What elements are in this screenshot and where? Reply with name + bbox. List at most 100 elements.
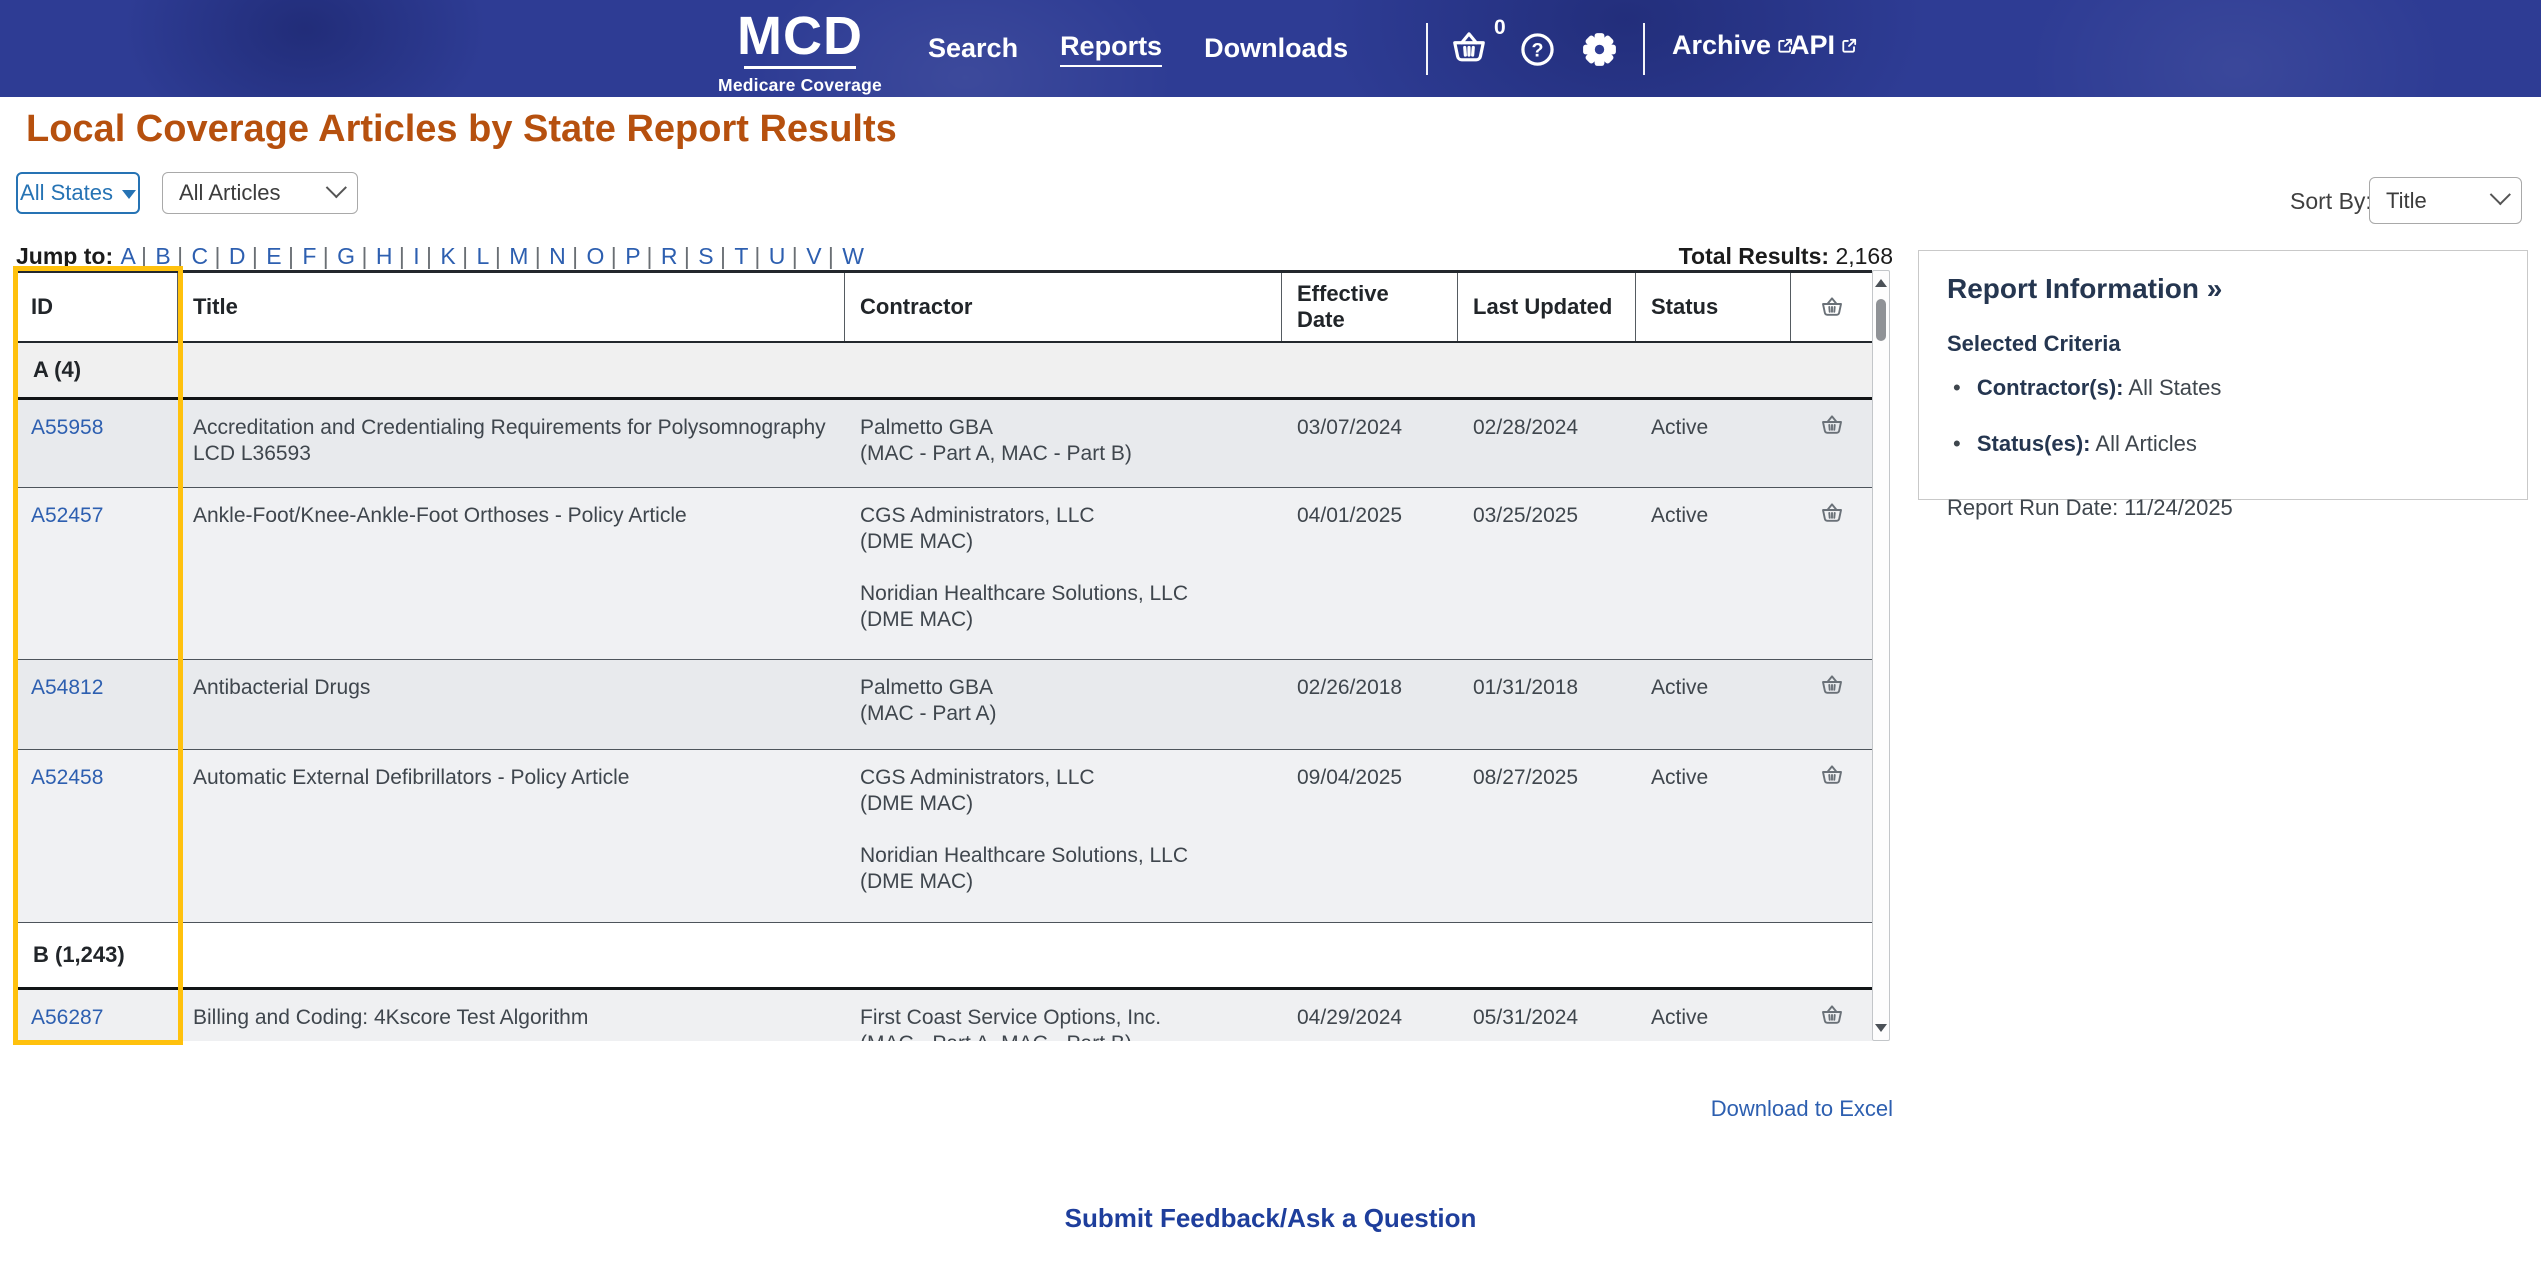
header-divider [1643,23,1645,75]
submit-feedback-link[interactable]: Submit Feedback/Ask a Question [1065,1203,1477,1233]
article-title-cell: Billing and Coding: 4Kscore Test Algorit… [178,990,845,1041]
contractor-cell: CGS Administrators, LLC (DME MAC) Noridi… [845,750,1282,922]
basket-icon [1820,764,1844,786]
jump-letter-a[interactable]: A [120,243,155,269]
jump-to-bar: Jump to: ABCDEFGHIKLMNOPRSTUVW [16,243,865,270]
column-header-effective-date[interactable]: Effective Date [1282,273,1458,341]
cart-count-badge: 0 [1494,16,1506,40]
criteria-value: All States [2128,375,2221,400]
total-results-label: Total Results: [1679,243,1829,269]
download-to-excel-link[interactable]: Download to Excel [1711,1096,1893,1121]
column-header-last-updated[interactable]: Last Updated [1458,273,1636,341]
criteria-label: Contractor(s): [1977,375,2124,400]
gear-icon[interactable] [1582,32,1617,72]
add-to-basket-button[interactable] [1791,400,1872,487]
jump-letter-c[interactable]: C [190,243,227,269]
sort-by-label: Sort By: [2290,188,2372,215]
jump-letter-r[interactable]: R [660,243,697,269]
download-to-excel-wrapper: Download to Excel [16,1096,1893,1122]
jump-letter-o[interactable]: O [586,243,625,269]
jump-letter-p[interactable]: P [624,243,660,269]
column-header-title[interactable]: Title [178,273,845,341]
feedback-wrapper: Submit Feedback/Ask a Question [0,1203,2541,1234]
effective-date-cell: 04/29/2024 [1282,990,1458,1041]
logo-underline [744,66,856,69]
triangle-up-icon [1875,279,1887,287]
report-information-title[interactable]: Report Information » [1947,273,2499,305]
jump-letter-t[interactable]: T [733,243,767,269]
contractor-cell: CGS Administrators, LLC (DME MAC) Noridi… [845,488,1282,659]
status-cell: Active [1636,990,1791,1041]
contractor-cell: First Coast Service Options, Inc. (MAC -… [845,990,1282,1041]
jump-to-label: Jump to: [16,243,113,269]
article-id-link[interactable]: A56287 [31,1006,103,1029]
jump-letter-b[interactable]: B [154,243,190,269]
jump-letter-e[interactable]: E [265,243,301,269]
top-banner: MCD Medicare Coverage Database Search Re… [0,0,2541,97]
effective-date-cell: 04/01/2025 [1282,488,1458,659]
jump-letter-f[interactable]: F [301,243,336,269]
basket-icon [1820,296,1844,318]
jump-letter-n[interactable]: N [548,243,585,269]
basket-icon[interactable] [1450,30,1488,70]
api-link[interactable]: API [1790,30,1857,61]
add-to-basket-button[interactable] [1791,488,1872,659]
articles-select-value: All Articles [179,180,280,206]
jump-letter-m[interactable]: M [508,243,548,269]
jump-letter-d[interactable]: D [228,243,265,269]
column-header-id[interactable]: ID [16,273,178,341]
top-nav: Search Reports Downloads [928,0,1348,97]
basket-icon [1820,414,1844,436]
all-states-dropdown-button[interactable]: All States [16,172,140,214]
add-to-basket-button[interactable] [1791,660,1872,749]
article-id-link[interactable]: A52457 [31,504,103,527]
nav-reports[interactable]: Reports [1060,31,1162,67]
group-row: B (1,243) [16,923,1872,990]
article-title-cell: Automatic External Defibrillators - Poli… [178,750,845,922]
api-label: API [1790,30,1835,61]
nav-search[interactable]: Search [928,33,1018,64]
add-to-basket-button[interactable] [1791,750,1872,922]
total-results: Total Results: 2,168 [1433,243,1893,270]
logo-abbr: MCD [700,8,900,64]
total-results-value: 2,168 [1835,243,1893,269]
article-id-link[interactable]: A52458 [31,766,103,789]
table-row: A54812 Antibacterial Drugs Palmetto GBA … [16,660,1872,750]
jump-letter-u[interactable]: U [768,243,805,269]
sort-by-value: Title [2386,188,2427,214]
column-header-contractor[interactable]: Contractor [845,273,1282,341]
jump-letter-k[interactable]: K [439,243,475,269]
jump-letter-l[interactable]: L [475,243,508,269]
article-id-cell: A55958 [16,400,178,487]
nav-downloads[interactable]: Downloads [1204,33,1348,64]
articles-status-select[interactable]: All Articles [162,172,358,214]
jump-letter-i[interactable]: I [412,243,439,269]
jump-letter-s[interactable]: S [697,243,733,269]
jump-letter-v[interactable]: V [805,243,841,269]
sort-by-select[interactable]: Title [2369,177,2522,224]
scroll-up-button[interactable] [1873,271,1889,295]
jump-letter-h[interactable]: H [375,243,412,269]
column-header-status[interactable]: Status [1636,273,1791,341]
archive-link[interactable]: Archive [1672,30,1793,61]
add-to-basket-button[interactable] [1791,990,1872,1041]
table-scrollbar[interactable] [1872,270,1890,1041]
jump-letter-g[interactable]: G [336,243,375,269]
scrollbar-thumb[interactable] [1876,299,1886,341]
scroll-down-button[interactable] [1873,1016,1889,1040]
article-id-link[interactable]: A55958 [31,416,103,439]
triangle-down-icon [1875,1024,1887,1032]
basket-icon [1820,1004,1844,1026]
group-row: A (4) [16,343,1872,400]
article-id-link[interactable]: A54812 [31,676,103,699]
chevron-down-icon [2490,184,2511,205]
effective-date-cell: 03/07/2024 [1282,400,1458,487]
article-id-cell: A56287 [16,990,178,1041]
criteria-label: Status(es): [1977,431,2091,456]
chevron-down-icon [326,177,347,198]
jump-letter-w[interactable]: W [841,243,865,269]
mcd-logo[interactable]: MCD Medicare Coverage Database [700,8,900,123]
question-circle-icon[interactable]: ? [1520,32,1555,72]
page-title: Local Coverage Articles by State Report … [26,108,897,151]
basket-icon [1820,674,1844,696]
